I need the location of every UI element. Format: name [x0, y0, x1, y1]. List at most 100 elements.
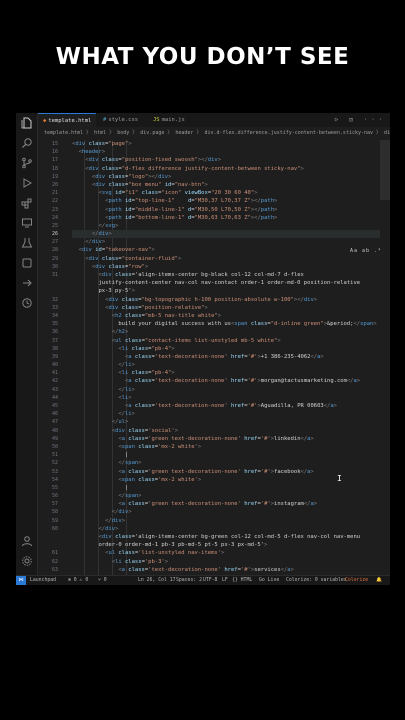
code-line[interactable]: <div class='social'> [72, 427, 380, 435]
code-line[interactable]: <div class="d-flex difference justify-co… [72, 165, 380, 173]
code-line[interactable]: <li> [72, 394, 380, 402]
code-line[interactable]: <div class='align-items-center bg-black … [72, 271, 380, 279]
line-number: 56 [51, 493, 58, 500]
encoding-setting[interactable]: UTF-8 [203, 576, 217, 585]
line-number: 20 [51, 181, 58, 188]
code-line[interactable]: </div> [72, 230, 380, 239]
code-line[interactable]: order-0 order-md-1 pb-3 pb-md-5 pt-5 px-… [72, 541, 380, 549]
js-file-icon: JS [153, 117, 160, 123]
settings-gear-icon[interactable] [21, 555, 33, 567]
breadcrumb[interactable]: template.html 〉 html 〉 body 〉 div.page 〉… [38, 127, 390, 139]
code-line[interactable]: <span class='mx-2 white'> [72, 476, 380, 484]
launchpad-button[interactable]: Launchpad [30, 576, 56, 585]
minimap[interactable] [380, 140, 390, 575]
code-line[interactable]: </div> [72, 508, 380, 516]
indentation-setting[interactable]: Spaces: 2 [176, 576, 202, 585]
code-line[interactable]: <div class="logo"></div> [72, 173, 380, 181]
css-file-icon: # [103, 117, 107, 123]
tab-main-js[interactable]: JS main.js [148, 113, 192, 127]
ports-indicator[interactable]: ⑂ 0 [98, 576, 107, 585]
code-line[interactable]: <div class="position-relative"> [72, 304, 380, 312]
code-line[interactable]: </div> [72, 525, 380, 533]
code-line[interactable]: <li class='pb-3'> [72, 558, 380, 566]
live-share-icon[interactable] [21, 277, 33, 289]
code-line[interactable]: <div id="takeover-nav"> [72, 246, 380, 254]
code-editor[interactable]: 15 16 17 18 19 20 21 22 23 24 25 26 27 28 29 30 31 32 33 34… [38, 140, 380, 575]
eol-setting[interactable]: LF [222, 576, 228, 585]
code-line[interactable]: <a class='text-decoration-none' href='#'… [72, 377, 380, 385]
code-line[interactable]: <a class='text-decoration-none' href='#'… [72, 353, 380, 361]
code-line[interactable]: <ul class="contact-items list-unstyled m… [72, 337, 380, 345]
code-line[interactable]: <div class="box menu" id="nav-btn"> [72, 181, 380, 189]
line-number: 49 [51, 435, 58, 442]
code-line[interactable]: </div> [72, 238, 380, 246]
code-line[interactable]: </li> [72, 386, 380, 394]
code-line[interactable]: justify-content-center nav-col nav-conta… [72, 279, 380, 287]
code-line[interactable]: <path id="middle-line-1" d="M30,50 L70,5… [72, 206, 380, 214]
code-line[interactable]: | [72, 484, 380, 492]
code-line[interactable]: </div> [72, 517, 380, 525]
notifications-bell-icon[interactable]: 🔔 [376, 576, 382, 585]
code-line[interactable]: <svg id="i1" class="icon" viewBox="20 30… [72, 189, 380, 197]
tab-template-html[interactable]: ◆ template.html [38, 113, 96, 127]
code-line[interactable]: <div class='align-items-center bg-green … [72, 533, 380, 541]
docker-icon[interactable] [21, 257, 33, 269]
go-live-button[interactable]: Go Live [259, 576, 279, 585]
code-line[interactable]: </h2> [72, 328, 380, 336]
code-lines[interactable]: <div class="page"> <header> <div class="… [72, 140, 380, 575]
remote-indicator[interactable]: ⋈ [16, 576, 26, 585]
cursor-position[interactable]: Ln 26, Col 17 [138, 576, 176, 585]
account-icon[interactable] [21, 535, 33, 547]
code-line[interactable]: <li class="pb-4"> [72, 345, 380, 353]
code-line[interactable]: </span> [72, 459, 380, 467]
code-line[interactable]: <h2 class="mb-5 nav-title white"> [72, 312, 380, 320]
code-line[interactable]: <a class='green text-decoration-none' hr… [72, 468, 380, 476]
colorize-variables[interactable]: Colorize: 0 variables [286, 576, 347, 585]
line-number: 23 [51, 206, 58, 213]
colorize-button[interactable]: Colorize [345, 576, 368, 585]
code-line[interactable]: <div class="bg-topographic h-100 positio… [72, 296, 380, 304]
line-number: 40 [51, 362, 58, 369]
code-line[interactable]: <span class='mx-2 white'> [72, 443, 380, 451]
editor-actions[interactable]: ▷ ◫ ··· [335, 113, 386, 127]
source-control-icon[interactable] [21, 157, 33, 169]
code-line[interactable]: px-3 py-5'> [72, 287, 380, 295]
line-number: 44 [51, 394, 58, 401]
code-line[interactable]: <a class='text-decoration-none' href='#'… [72, 566, 380, 574]
extensions-icon[interactable] [21, 197, 33, 209]
code-line[interactable]: </li> [72, 361, 380, 369]
line-number: 32 [51, 296, 58, 303]
timeline-icon[interactable] [21, 297, 33, 309]
code-line[interactable]: <a class='text-decoration-none' href='#'… [72, 402, 380, 410]
code-line[interactable]: </ul> [72, 418, 380, 426]
find-widget[interactable]: Aa ab .* [350, 246, 384, 256]
code-line[interactable]: <ul class='list-unstyled nav-items'> [72, 549, 380, 557]
code-line[interactable]: <div class="container-fluid"> [72, 255, 380, 263]
code-line[interactable]: <li class="pb-4"> [72, 369, 380, 377]
language-mode[interactable]: {} HTML [232, 576, 252, 585]
code-line[interactable]: <div class="page"> [72, 140, 380, 148]
code-line[interactable]: <path id="top-line-1" d="M30,37 L70,37 Z… [72, 197, 380, 205]
code-line[interactable]: <path id="bottom-line-1" d="M30,63 L70,6… [72, 214, 380, 222]
code-line[interactable]: <a class='green text-decoration-none' hr… [72, 435, 380, 443]
code-line[interactable]: <header> [72, 148, 380, 156]
problems-indicator[interactable]: ⊗ 0 ⚠ 0 [68, 576, 88, 585]
line-number: 42 [51, 378, 58, 385]
code-line[interactable]: <div class="row"> [72, 263, 380, 271]
line-number: 61 [51, 550, 58, 557]
files-icon[interactable] [21, 117, 33, 129]
run-debug-icon[interactable] [21, 177, 33, 189]
testing-icon[interactable] [21, 237, 33, 249]
code-line[interactable]: | [72, 451, 380, 459]
remote-explorer-icon[interactable] [21, 217, 33, 229]
minimap-slider[interactable] [380, 140, 390, 200]
tab-style-css[interactable]: # style.css [98, 113, 146, 127]
code-line[interactable]: </svg> [72, 222, 380, 230]
code-line[interactable]: <a class='green text-decoration-none' hr… [72, 500, 380, 508]
code-line[interactable]: build your digital success with us<span … [72, 320, 380, 328]
code-line[interactable]: <div class="position-fixed swoosh"></div… [72, 156, 380, 164]
code-line[interactable]: </li> [72, 410, 380, 418]
search-icon[interactable] [21, 137, 33, 149]
code-line[interactable]: </span> [72, 492, 380, 500]
line-number: 22 [51, 198, 58, 205]
